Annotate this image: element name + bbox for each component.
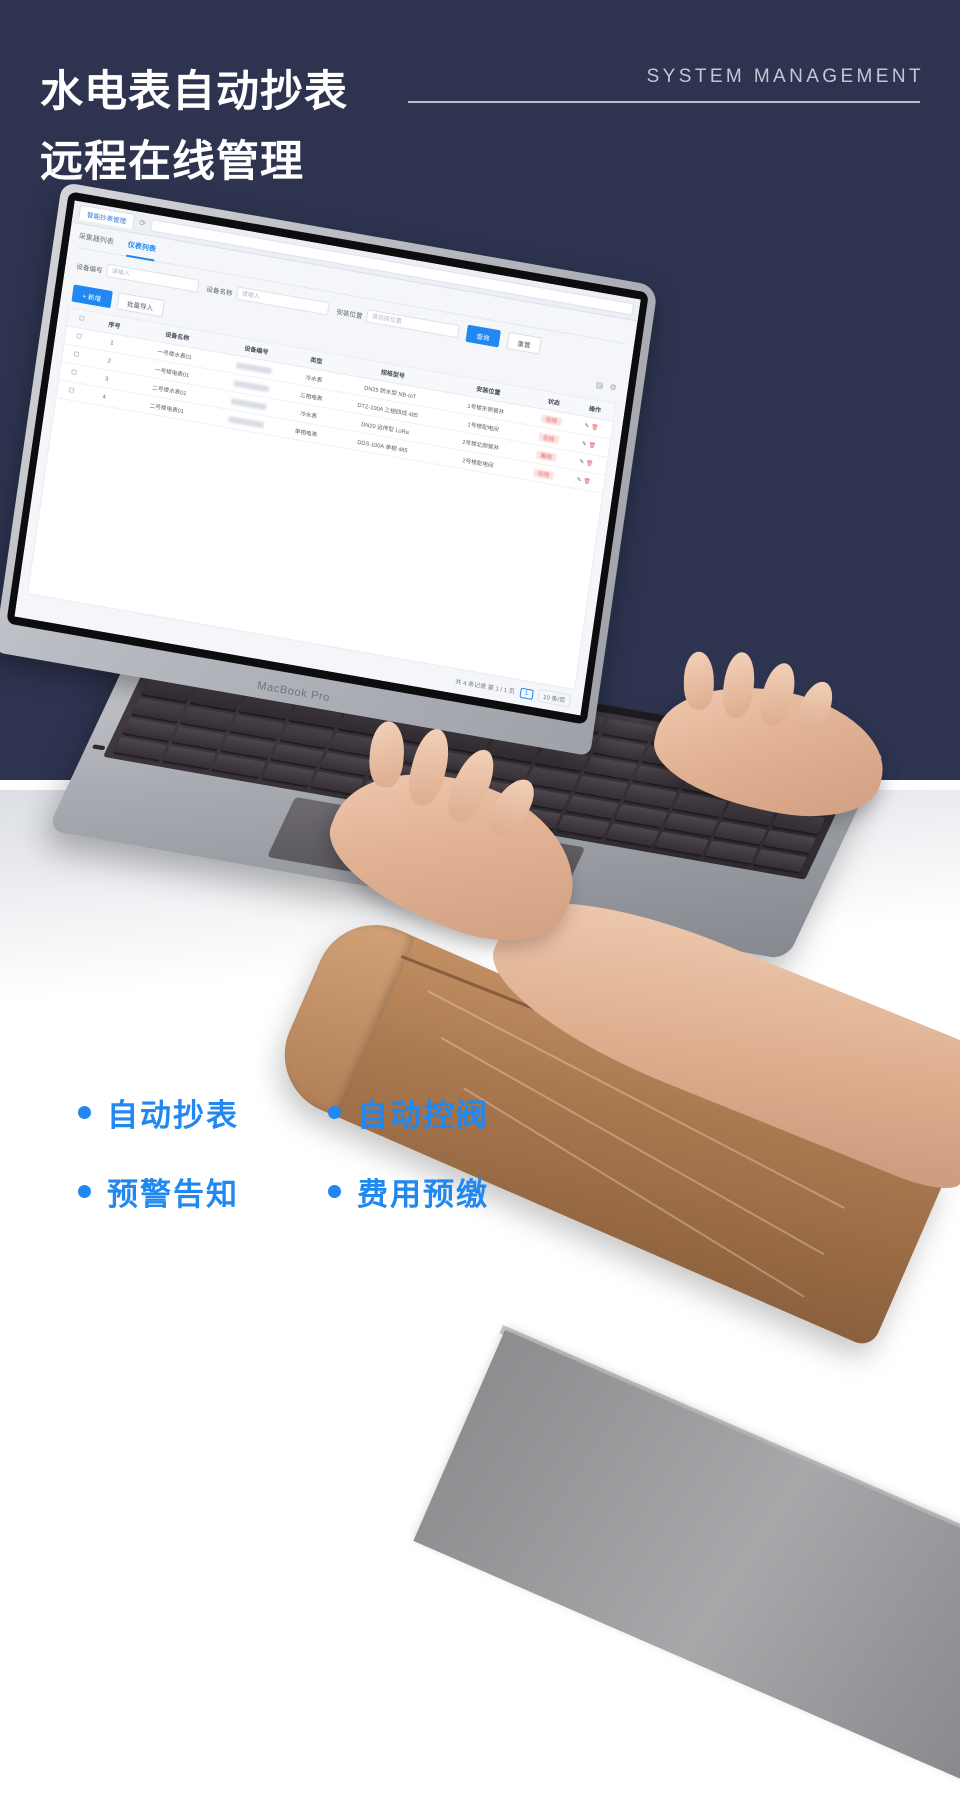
row-checkbox[interactable] (71, 369, 77, 376)
bullet-dot-icon (328, 1185, 341, 1198)
feature-label: 费用预缴 (357, 1177, 489, 1212)
row-checkbox-cell (56, 379, 87, 403)
row-checkbox[interactable] (68, 387, 75, 394)
screen-bezel: 智能抄表管理 ⟳ 采集器列表 仪表列表 设备编号 请输入 设备名称 请输入 安装… (6, 191, 649, 725)
row-checkbox[interactable] (73, 351, 80, 358)
poster-canvas: 水电表自动抄表 远程在线管理 SYSTEM MANAGEMENT 智能抄表管理 … (0, 0, 960, 1820)
feature-item-alert-notify: 预警告知 (78, 1169, 328, 1214)
toolbar-icons: ▤ ⚙ (595, 380, 617, 393)
feature-item-auto-reading: 自动抄表 (78, 1090, 328, 1135)
header-divider (408, 101, 920, 103)
usb-c-port (91, 744, 106, 751)
feature-label: 自动控阀 (357, 1098, 489, 1133)
bullet-dot-icon (328, 1106, 341, 1119)
add-button[interactable]: + 新增 (71, 284, 113, 309)
reset-button[interactable]: 重置 (506, 331, 542, 355)
page-size-select[interactable]: 10 条/页 (537, 688, 572, 708)
feature-list: 自动抄表 自动控阀 预警告知 费用预缴 (0, 1090, 620, 1214)
select-all-checkbox[interactable] (79, 315, 85, 322)
pagination-summary: 共 4 条记录 第 1 / 1 页 (454, 679, 516, 696)
filter-label: 设备名称 (205, 285, 233, 298)
feature-item-prepaid-fee: 费用预缴 (328, 1169, 578, 1214)
search-button[interactable]: 查询 (465, 324, 501, 348)
tab-collector-list[interactable]: 采集器列表 (78, 231, 115, 250)
laptop-photo: 智能抄表管理 ⟳ 采集器列表 仪表列表 设备编号 请输入 设备名称 请输入 安装… (0, 181, 960, 1350)
meter-management-app: 智能抄表管理 ⟳ 采集器列表 仪表列表 设备编号 请输入 设备名称 请输入 安装… (14, 200, 641, 716)
title-line-1: 水电表自动抄表 (40, 68, 348, 116)
batch-import-button[interactable]: 批量导入 (116, 292, 165, 318)
columns-icon[interactable]: ▤ (595, 380, 604, 390)
laptop-lid: 智能抄表管理 ⟳ 采集器列表 仪表列表 设备编号 请输入 设备名称 请输入 安装… (0, 181, 659, 757)
refresh-icon[interactable]: ⟳ (139, 218, 147, 228)
feature-label: 预警告知 (107, 1177, 239, 1212)
feature-item-auto-valve: 自动控阀 (328, 1090, 578, 1135)
header-subtitle: SYSTEM MANAGEMENT (646, 66, 924, 87)
bullet-dot-icon (78, 1185, 91, 1198)
filter-label: 安装位置 (335, 308, 363, 320)
gear-icon[interactable]: ⚙ (609, 382, 617, 392)
bullet-dot-icon (78, 1106, 91, 1119)
laptop-screen: 智能抄表管理 ⟳ 采集器列表 仪表列表 设备编号 请输入 设备名称 请输入 安装… (14, 200, 641, 716)
page-title: 水电表自动抄表 远程在线管理 (40, 58, 348, 197)
page-number-button[interactable]: 1 (519, 687, 534, 700)
feature-label: 自动抄表 (107, 1098, 239, 1133)
tab-meter-list[interactable]: 仪表列表 (127, 240, 157, 258)
filter-label: 设备编号 (75, 262, 103, 275)
row-checkbox[interactable] (76, 333, 83, 340)
